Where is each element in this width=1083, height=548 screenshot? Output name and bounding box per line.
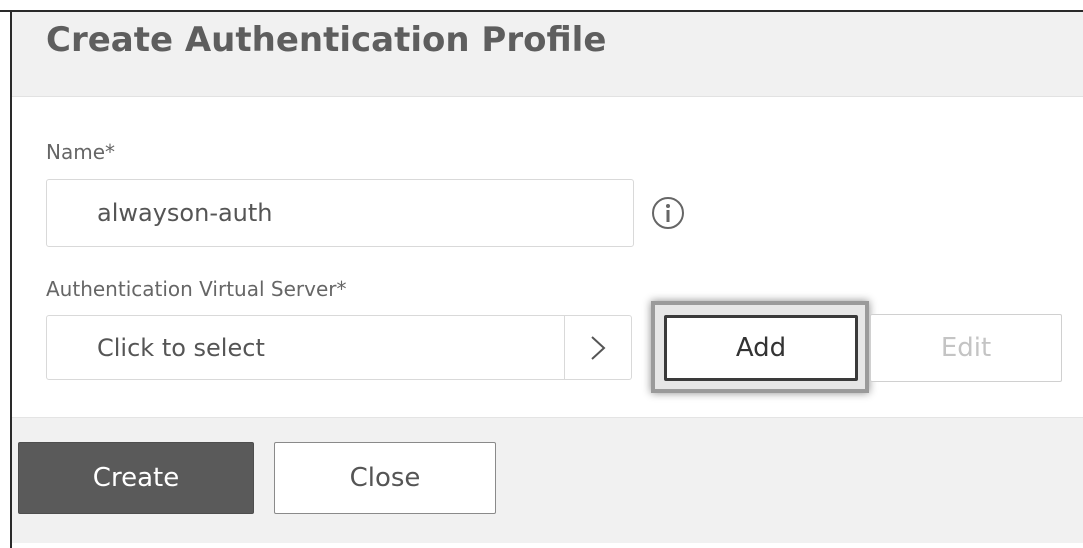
dialog-title: Create Authentication Profile — [46, 20, 607, 60]
name-field-value: alwayson-auth — [97, 199, 273, 227]
info-icon[interactable] — [651, 196, 685, 230]
edit-button[interactable]: Edit — [870, 314, 1062, 382]
close-button[interactable]: Close — [274, 442, 496, 514]
auth-server-placeholder: Click to select — [97, 333, 265, 362]
create-button[interactable]: Create — [18, 442, 254, 514]
auth-server-select[interactable]: Click to select — [46, 315, 632, 380]
add-button[interactable]: Add — [664, 315, 858, 381]
select-arrow-button[interactable] — [564, 316, 631, 379]
name-field[interactable]: alwayson-auth — [46, 179, 634, 247]
dialog-window: Create Authentication Profile Name* alwa… — [0, 0, 1083, 548]
auth-server-label: Authentication Virtual Server* — [46, 277, 347, 301]
chevron-right-icon — [591, 335, 606, 360]
footer-bottom-edge — [12, 543, 1083, 548]
name-label: Name* — [46, 140, 116, 164]
